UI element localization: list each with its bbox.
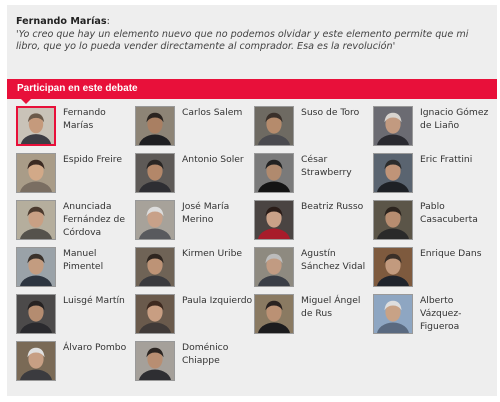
participant-photo[interactable] [254,247,294,287]
participant-photo[interactable] [254,294,294,334]
participant-photo[interactable] [254,106,294,146]
participant-name[interactable]: Antonio Soler [182,153,254,166]
participant-name[interactable]: Carlos Salem [182,106,254,119]
participant-photo[interactable] [16,153,56,193]
participants-title: Participan en este debate [17,83,138,94]
featured-quote: Fernando Marías: 'Yo creo que hay un ele… [16,16,486,54]
participant-photo[interactable] [135,153,175,193]
participant-name[interactable]: Agustín Sánchez Vidal [301,247,373,273]
participant-name[interactable]: Manuel Pimentel [63,247,135,273]
participant-photo[interactable] [16,341,56,381]
participant-name[interactable]: Eric Frattini [420,153,492,166]
participant-name[interactable]: Álvaro Pombo [63,341,135,354]
participant-photo[interactable] [135,106,175,146]
participant-photo[interactable] [135,341,175,381]
participant-photo[interactable] [373,294,413,334]
participant-name[interactable]: Ignacio Gómez de Liaño [420,106,492,132]
participant-name[interactable]: Paula Izquierdo [182,294,254,307]
participant-photo[interactable] [373,247,413,287]
participant-name[interactable]: Fernando Marías [63,106,135,132]
participant-photo[interactable] [16,294,56,334]
participant-photo[interactable] [16,106,56,146]
participant-name[interactable]: Alberto Vázquez-Figueroa [420,294,492,333]
participant-photo[interactable] [16,247,56,287]
participant-photo[interactable] [135,200,175,240]
participant-name[interactable]: Kirmen Uribe [182,247,254,260]
participant-photo[interactable] [135,294,175,334]
participant-name[interactable]: Luisgé Martín [63,294,135,307]
participant-name[interactable]: José María Merino [182,200,254,226]
participant-name[interactable]: Suso de Toro [301,106,373,119]
participant-photo[interactable] [373,106,413,146]
participants-header: Participan en este debate [7,79,497,104]
participant-photo[interactable] [254,153,294,193]
participant-photo[interactable] [135,247,175,287]
participant-photo[interactable] [373,153,413,193]
participant-name[interactable]: Beatriz Russo [301,200,373,213]
quote-text: 'Yo creo que hay un elemento nuevo que n… [16,28,469,53]
header-pointer-icon [21,99,31,104]
participant-name[interactable]: Pablo Casacuberta [420,200,492,226]
participant-photo[interactable] [16,200,56,240]
participant-name[interactable]: Anunciada Fernández de Córdova [63,200,135,239]
participant-name[interactable]: Espido Freire [63,153,135,166]
participant-photo[interactable] [373,200,413,240]
participant-photo[interactable] [254,200,294,240]
debate-panel: Fernando Marías: 'Yo creo que hay un ele… [7,5,497,396]
participant-name[interactable]: Doménico Chiappe [182,341,254,367]
participant-name[interactable]: Miguel Ángel de Rus [301,294,373,320]
quote-colon: : [106,16,110,27]
quote-author[interactable]: Fernando Marías [16,16,107,27]
participant-name[interactable]: César Strawberry [301,153,373,179]
participant-name[interactable]: Enrique Dans [420,247,492,260]
